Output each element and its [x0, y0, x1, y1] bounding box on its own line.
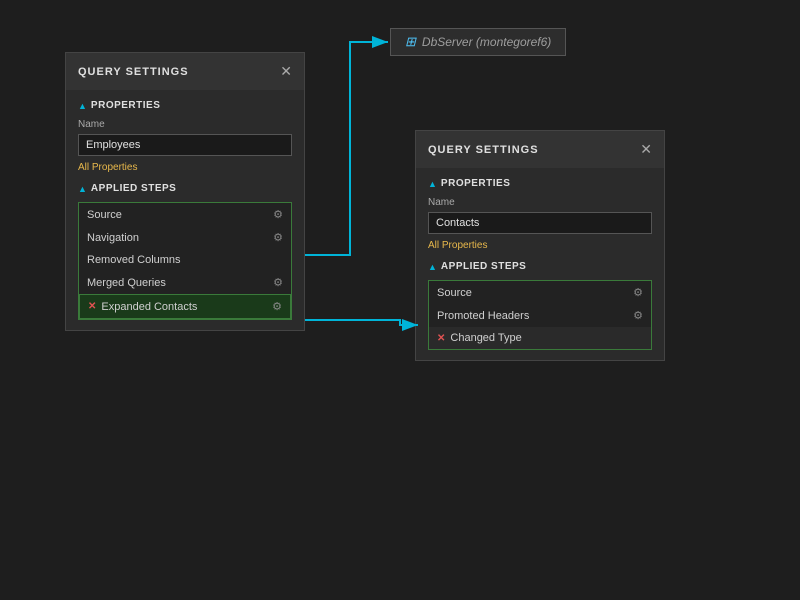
left-panel-close-button[interactable]: ✕ [280, 63, 292, 80]
left-step-navigation-gear-icon: ⚙ [273, 231, 283, 244]
right-steps-section-label: APPLIED STEPS [441, 261, 526, 272]
left-step-expanded-contacts[interactable]: ✕ Expanded Contacts ⚙ [79, 294, 291, 319]
left-applied-steps-section: ▲ APPLIED STEPS Source ⚙ Navigation ⚙ Re… [78, 183, 292, 320]
left-properties-triangle-icon: ▲ [78, 101, 87, 111]
right-properties-triangle-icon: ▲ [428, 179, 437, 189]
left-step-expanded-contacts-gear-icon: ⚙ [272, 300, 282, 313]
right-step-source-label: Source [437, 287, 472, 299]
left-step-navigation-label: Navigation [87, 232, 139, 244]
left-properties-section-label: PROPERTIES [91, 100, 160, 111]
right-properties-section-label: PROPERTIES [441, 178, 510, 189]
left-name-input[interactable] [78, 134, 292, 156]
left-steps-list: Source ⚙ Navigation ⚙ Removed Columns Me… [78, 202, 292, 320]
right-query-settings-panel: QUERY SETTINGS ✕ ▲ PROPERTIES Name All P… [415, 130, 665, 361]
left-step-merged-queries[interactable]: Merged Queries ⚙ [79, 271, 291, 294]
db-server-label: DbServer (montegoref6) [422, 35, 551, 49]
right-properties-section-header: ▲ PROPERTIES [428, 178, 652, 189]
arrow-to-db-server [305, 42, 388, 255]
left-panel-title: QUERY SETTINGS [78, 66, 189, 78]
arrow-to-right-panel [305, 320, 418, 325]
left-properties-section-header: ▲ PROPERTIES [78, 100, 292, 111]
left-step-source[interactable]: Source ⚙ [79, 203, 291, 226]
db-server-badge: ⊞ DbServer (montegoref6) [390, 28, 566, 56]
left-steps-section-header: ▲ APPLIED STEPS [78, 183, 292, 194]
left-steps-section-label: APPLIED STEPS [91, 183, 176, 194]
left-step-removed-columns-label: Removed Columns [87, 254, 181, 266]
right-step-promoted-headers[interactable]: Promoted Headers ⚙ [429, 304, 651, 327]
right-all-properties-link[interactable]: All Properties [428, 240, 652, 251]
right-step-source[interactable]: Source ⚙ [429, 281, 651, 304]
right-panel-header: QUERY SETTINGS ✕ [416, 131, 664, 168]
right-step-changed-type-label: Changed Type [450, 332, 521, 344]
right-step-changed-type-error-icon: ✕ [437, 333, 445, 344]
left-step-source-label: Source [87, 209, 122, 221]
right-step-changed-type[interactable]: ✕ Changed Type [429, 327, 651, 349]
right-panel-body: ▲ PROPERTIES Name All Properties ▲ APPLI… [416, 168, 664, 360]
left-all-properties-link[interactable]: All Properties [78, 162, 292, 173]
db-icon: ⊞ [405, 34, 416, 50]
left-step-merged-queries-label: Merged Queries [87, 277, 166, 289]
right-name-input[interactable] [428, 212, 652, 234]
left-step-expanded-contacts-error-icon: ✕ [88, 301, 96, 312]
left-name-label: Name [78, 119, 292, 130]
right-step-source-gear-icon: ⚙ [633, 286, 643, 299]
left-steps-triangle-icon: ▲ [78, 184, 87, 194]
left-panel-body: ▲ PROPERTIES Name All Properties ▲ APPLI… [66, 90, 304, 330]
left-panel-header: QUERY SETTINGS ✕ [66, 53, 304, 90]
right-panel-close-button[interactable]: ✕ [640, 141, 652, 158]
right-steps-section-header: ▲ APPLIED STEPS [428, 261, 652, 272]
left-step-removed-columns[interactable]: Removed Columns [79, 249, 291, 271]
left-step-source-gear-icon: ⚙ [273, 208, 283, 221]
right-step-promoted-headers-label: Promoted Headers [437, 310, 529, 322]
left-step-expanded-contacts-label: Expanded Contacts [101, 301, 197, 313]
left-step-navigation[interactable]: Navigation ⚙ [79, 226, 291, 249]
right-step-promoted-headers-gear-icon: ⚙ [633, 309, 643, 322]
right-steps-triangle-icon: ▲ [428, 262, 437, 272]
left-step-merged-queries-gear-icon: ⚙ [273, 276, 283, 289]
right-steps-list: Source ⚙ Promoted Headers ⚙ ✕ Changed Ty… [428, 280, 652, 350]
right-panel-title: QUERY SETTINGS [428, 144, 539, 156]
left-query-settings-panel: QUERY SETTINGS ✕ ▲ PROPERTIES Name All P… [65, 52, 305, 331]
right-applied-steps-section: ▲ APPLIED STEPS Source ⚙ Promoted Header… [428, 261, 652, 350]
right-name-label: Name [428, 197, 652, 208]
